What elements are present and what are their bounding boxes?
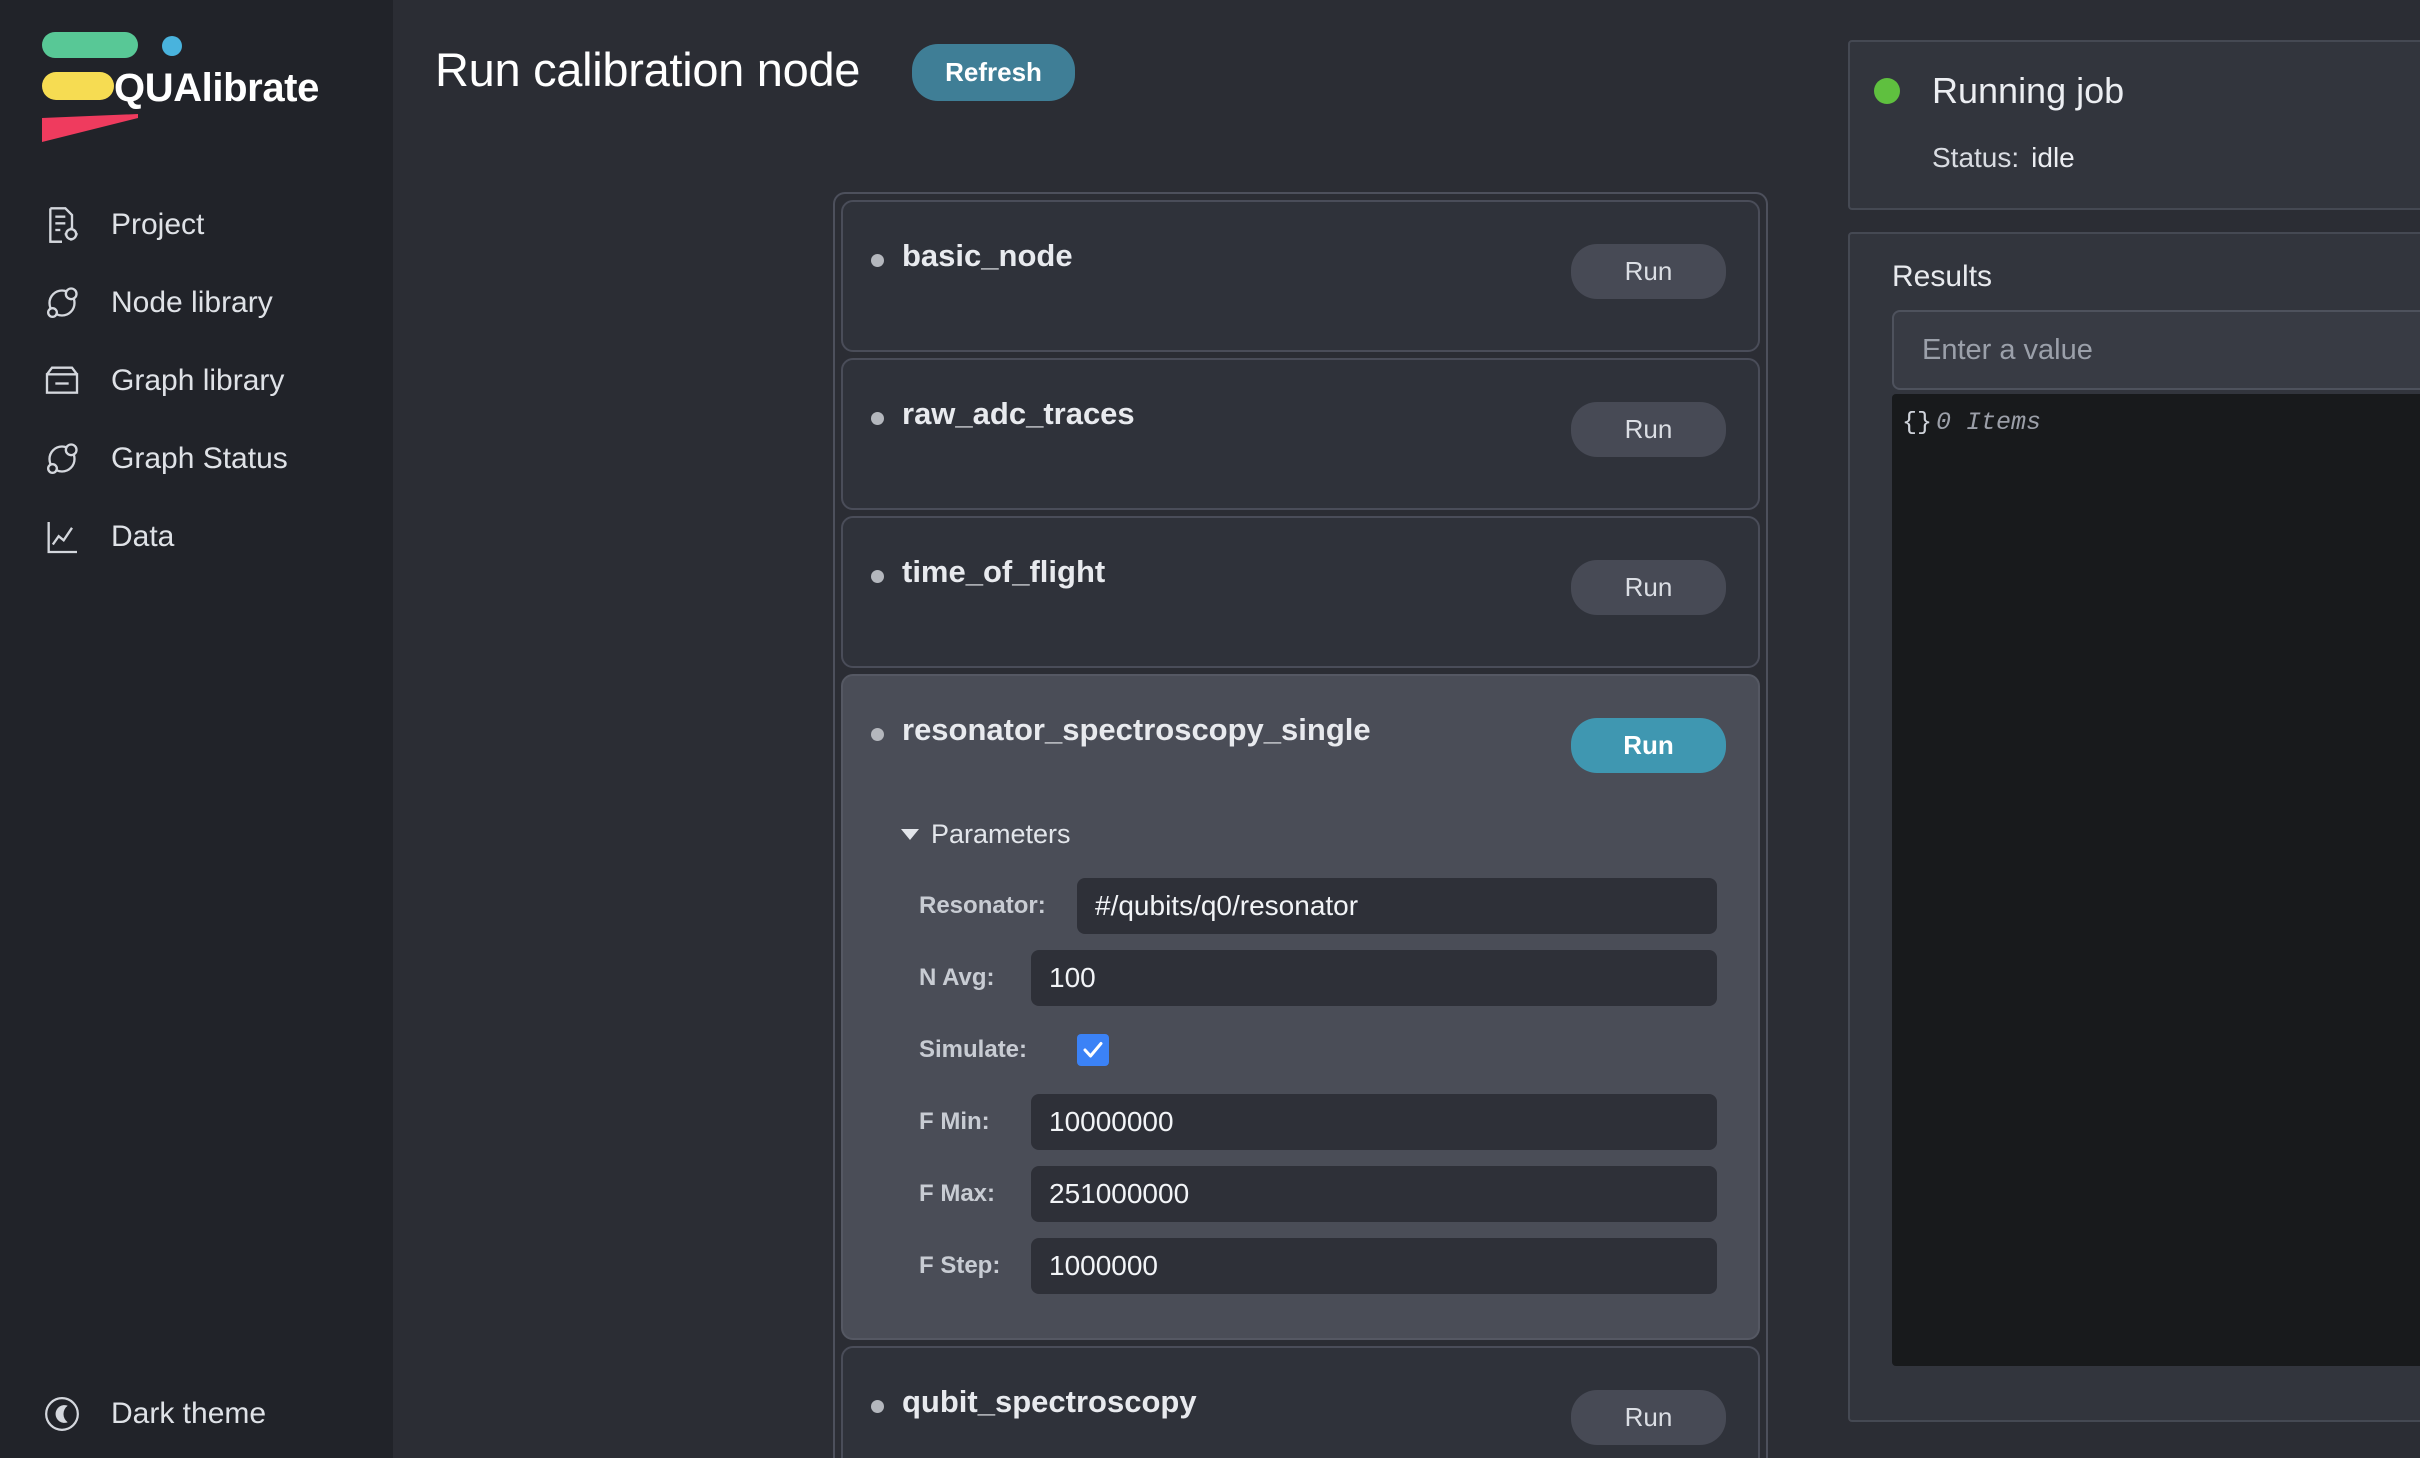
sidebar-item-node-library[interactable]: Node library (0, 264, 393, 342)
param-row-n-avg: N Avg: (901, 944, 1726, 1012)
node-name: resonator_spectroscopy_single (902, 712, 1371, 747)
results-search-input[interactable] (1892, 310, 2420, 390)
sidebar-item-label: Graph library (111, 364, 285, 397)
resonator-input[interactable] (1077, 878, 1717, 934)
param-row-f-max: F Max: (901, 1160, 1726, 1228)
sidebar-item-graph-library[interactable]: Graph library (0, 342, 393, 420)
run-button[interactable]: Run (1571, 560, 1726, 615)
f-max-input[interactable] (1031, 1166, 1717, 1222)
param-label: F Min: (919, 1108, 990, 1135)
page-title: Run calibration node (435, 42, 861, 96)
job-status-indicator-icon (1874, 78, 1900, 104)
sidebar-item-label: Project (111, 208, 205, 241)
node-list: basic_node Run raw_adc_traces Run time_o… (833, 192, 1768, 1458)
param-label: F Step: (919, 1252, 1001, 1279)
sidebar-item-graph-status[interactable]: Graph Status (0, 420, 393, 498)
parameters-toggle[interactable]: Parameters (901, 819, 1726, 850)
simulate-checkbox[interactable] (1077, 1034, 1109, 1066)
node-card-qubit-spectroscopy[interactable]: qubit_spectroscopy Run (841, 1346, 1760, 1458)
job-status-row: Status: idle (1850, 142, 2420, 174)
sidebar-item-label: Graph Status (111, 442, 288, 475)
n-avg-input[interactable] (1031, 950, 1717, 1006)
parameters-label: Parameters (931, 819, 1071, 849)
node-status-dot (871, 254, 884, 267)
node-name: qubit_spectroscopy (902, 1384, 1197, 1419)
refresh-button[interactable]: Refresh (912, 44, 1075, 101)
json-item-count: 0 Items (1936, 408, 2042, 437)
param-label: F Max: (919, 1180, 996, 1207)
sidebar: QUAlibrate Project Node library Graph li… (0, 0, 393, 1458)
results-json-viewer[interactable]: {} 0 Items (1892, 394, 2420, 1366)
sidebar-nav: Project Node library Graph library Graph… (0, 186, 393, 576)
node-graph-icon (40, 437, 84, 481)
job-status-label: Status: (1932, 142, 2020, 173)
parameters-section: Parameters Resonator: N Avg: Simulate: (843, 773, 1758, 1300)
node-status-dot (871, 728, 884, 741)
node-name: basic_node (902, 238, 1073, 273)
node-status-dot (871, 1400, 884, 1413)
run-button[interactable]: Run (1571, 1390, 1726, 1445)
param-row-resonator: Resonator: (901, 872, 1726, 940)
running-job-panel: Running job Status: idle (1848, 40, 2420, 210)
main-content: Run calibration node Refresh basic_node … (393, 0, 2420, 1458)
node-card-resonator-spectroscopy-single[interactable]: resonator_spectroscopy_single Run Parame… (841, 674, 1760, 1340)
sidebar-item-label: Data (111, 520, 175, 553)
app-root: QUAlibrate Project Node library Graph li… (0, 0, 2420, 1458)
param-row-simulate: Simulate: (901, 1016, 1726, 1084)
line-chart-icon (40, 515, 84, 559)
moon-icon (40, 1392, 84, 1436)
run-button[interactable]: Run (1571, 402, 1726, 457)
results-panel: Results {}0 Items (1848, 232, 2420, 1422)
sidebar-item-label: Node library (111, 286, 273, 319)
f-step-input[interactable] (1031, 1238, 1717, 1294)
app-logo: QUAlibrate (0, 0, 393, 148)
document-gear-icon (40, 203, 84, 247)
node-name: time_of_flight (902, 554, 1106, 589)
json-root-brace: {} (1902, 408, 1933, 437)
logo-text: QUAlibrate (114, 66, 319, 110)
node-graph-icon (40, 281, 84, 325)
sidebar-item-data[interactable]: Data (0, 498, 393, 576)
logo-yellow-bar-icon (42, 72, 114, 100)
calibration-column: Run calibration node Refresh basic_node … (393, 0, 1768, 1458)
run-button[interactable]: Run (1571, 718, 1726, 773)
right-panel: Running job Status: idle Results {}0 Item… (1848, 0, 2420, 1458)
run-button[interactable]: Run (1571, 244, 1726, 299)
job-status-value: idle (2031, 142, 2075, 173)
sidebar-item-project[interactable]: Project (0, 186, 393, 264)
node-status-dot (871, 570, 884, 583)
node-card-basic-node[interactable]: basic_node Run (841, 200, 1760, 352)
f-min-input[interactable] (1031, 1094, 1717, 1150)
dark-theme-toggle[interactable]: Dark theme (40, 1392, 266, 1436)
node-card-time-of-flight[interactable]: time_of_flight Run (841, 516, 1760, 668)
dark-theme-label: Dark theme (111, 1397, 267, 1430)
chevron-down-icon (901, 829, 919, 840)
results-title: Results (1892, 260, 1993, 293)
param-label: Simulate: (919, 1036, 1028, 1063)
node-card-raw-adc-traces[interactable]: raw_adc_traces Run (841, 358, 1760, 510)
param-label: N Avg: (919, 964, 995, 991)
archive-box-icon (40, 359, 84, 403)
node-status-dot (871, 412, 884, 425)
node-name: raw_adc_traces (902, 396, 1135, 431)
logo-blue-dot-icon (162, 36, 182, 56)
running-job-title: Running job (1932, 70, 2125, 111)
param-row-f-step: F Step: (901, 1232, 1726, 1300)
logo-green-bar-icon (42, 32, 138, 58)
param-label: Resonator: (919, 892, 1046, 919)
page-header: Run calibration node Refresh (393, 0, 1455, 101)
param-row-f-min: F Min: (901, 1088, 1726, 1156)
